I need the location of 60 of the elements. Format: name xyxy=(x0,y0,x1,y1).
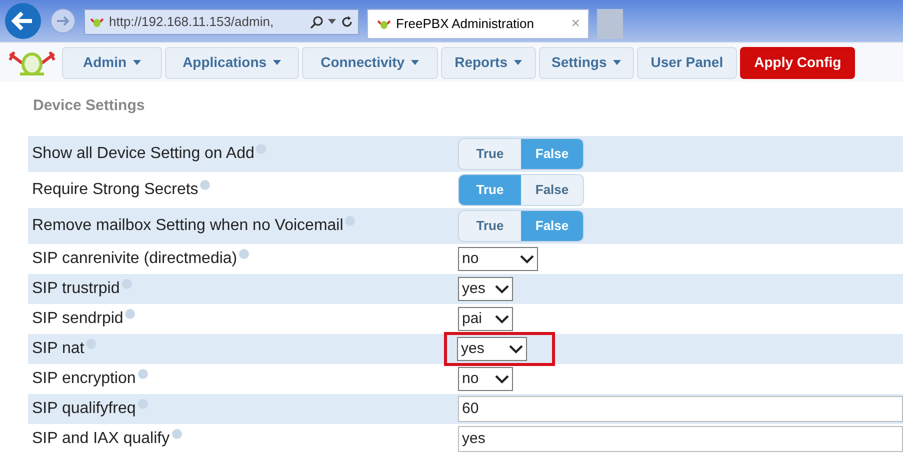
help-icon[interactable] xyxy=(239,249,250,259)
menu-button[interactable]: Reports xyxy=(440,46,536,78)
dropdown-select[interactable]: pai xyxy=(458,307,513,331)
menu-button[interactable]: Admin xyxy=(62,46,162,78)
freepbx-logo[interactable] xyxy=(6,50,58,76)
caret-icon xyxy=(272,60,281,65)
menu-button[interactable]: Connectivity xyxy=(302,46,438,78)
chevron-icon xyxy=(495,284,509,294)
browser-tab[interactable]: FreePBX Administration × xyxy=(367,9,589,39)
chevron-icon xyxy=(509,344,523,354)
caret-icon xyxy=(132,60,141,65)
setting-label: SIP trustrpid xyxy=(32,279,120,299)
help-icon[interactable] xyxy=(125,309,136,319)
caret-icon xyxy=(514,60,522,65)
address-text: http://192.168.11.153/admin, xyxy=(109,13,275,32)
chevron-icon xyxy=(520,254,534,264)
dropdown-select[interactable]: yes xyxy=(458,277,513,301)
toggle-option[interactable]: True xyxy=(459,175,521,205)
menu-button[interactable]: Settings xyxy=(538,46,634,78)
toggle-option[interactable]: True xyxy=(459,139,521,169)
nav-link[interactable]: User Panel xyxy=(636,46,738,78)
forward-icon[interactable] xyxy=(50,8,76,34)
menu-button[interactable]: Applications xyxy=(164,46,299,78)
dropdown-select[interactable]: yes xyxy=(457,337,527,361)
dropdown-select[interactable]: no xyxy=(458,367,513,391)
chevron-icon xyxy=(495,314,509,324)
input-field[interactable]: 60 xyxy=(458,396,903,422)
toggle-option[interactable]: False xyxy=(521,139,583,169)
frog-icon xyxy=(376,18,392,30)
dropdown-select[interactable]: no xyxy=(458,247,538,271)
setting-label: SIP encryption xyxy=(32,369,136,389)
caret-icon xyxy=(410,60,419,65)
input-field[interactable]: yes xyxy=(458,426,903,452)
chevron-icon xyxy=(495,374,509,384)
dropdown-icon[interactable] xyxy=(328,19,336,25)
address-bar[interactable]: http://192.168.11.153/admin, xyxy=(84,9,359,35)
help-icon[interactable] xyxy=(200,180,210,190)
setting-label: Remove mailbox Setting when no Voicemail xyxy=(32,216,344,236)
toggle-option[interactable]: True xyxy=(459,211,521,241)
search-icon[interactable] xyxy=(310,15,324,29)
new-tab-button[interactable] xyxy=(597,9,623,39)
setting-label: Show all Device Setting on Add xyxy=(32,144,254,164)
close-tab-button[interactable]: × xyxy=(571,12,580,36)
setting-label: SIP canrenivite (directmedia) xyxy=(32,249,238,269)
setting-label: SIP and IAX qualify xyxy=(32,429,170,449)
tab-title: FreePBX Administration xyxy=(396,15,536,34)
setting-label: Require Strong Secrets xyxy=(32,180,198,200)
help-icon[interactable] xyxy=(172,429,182,439)
caret-icon xyxy=(612,60,621,65)
setting-label: SIP qualifyfreq xyxy=(32,399,136,419)
toggle-option[interactable]: False xyxy=(521,211,583,241)
setting-label: SIP nat xyxy=(32,339,84,359)
setting-label: SIP sendrpid xyxy=(32,309,124,329)
section-heading: Device Settings xyxy=(32,96,146,116)
back-icon[interactable] xyxy=(4,2,42,40)
refresh-icon[interactable] xyxy=(340,15,354,29)
frog-icon xyxy=(89,16,105,28)
apply-config-button[interactable]: Apply Config xyxy=(740,46,856,78)
toggle-option[interactable]: False xyxy=(521,175,583,205)
help-icon[interactable] xyxy=(138,369,148,379)
